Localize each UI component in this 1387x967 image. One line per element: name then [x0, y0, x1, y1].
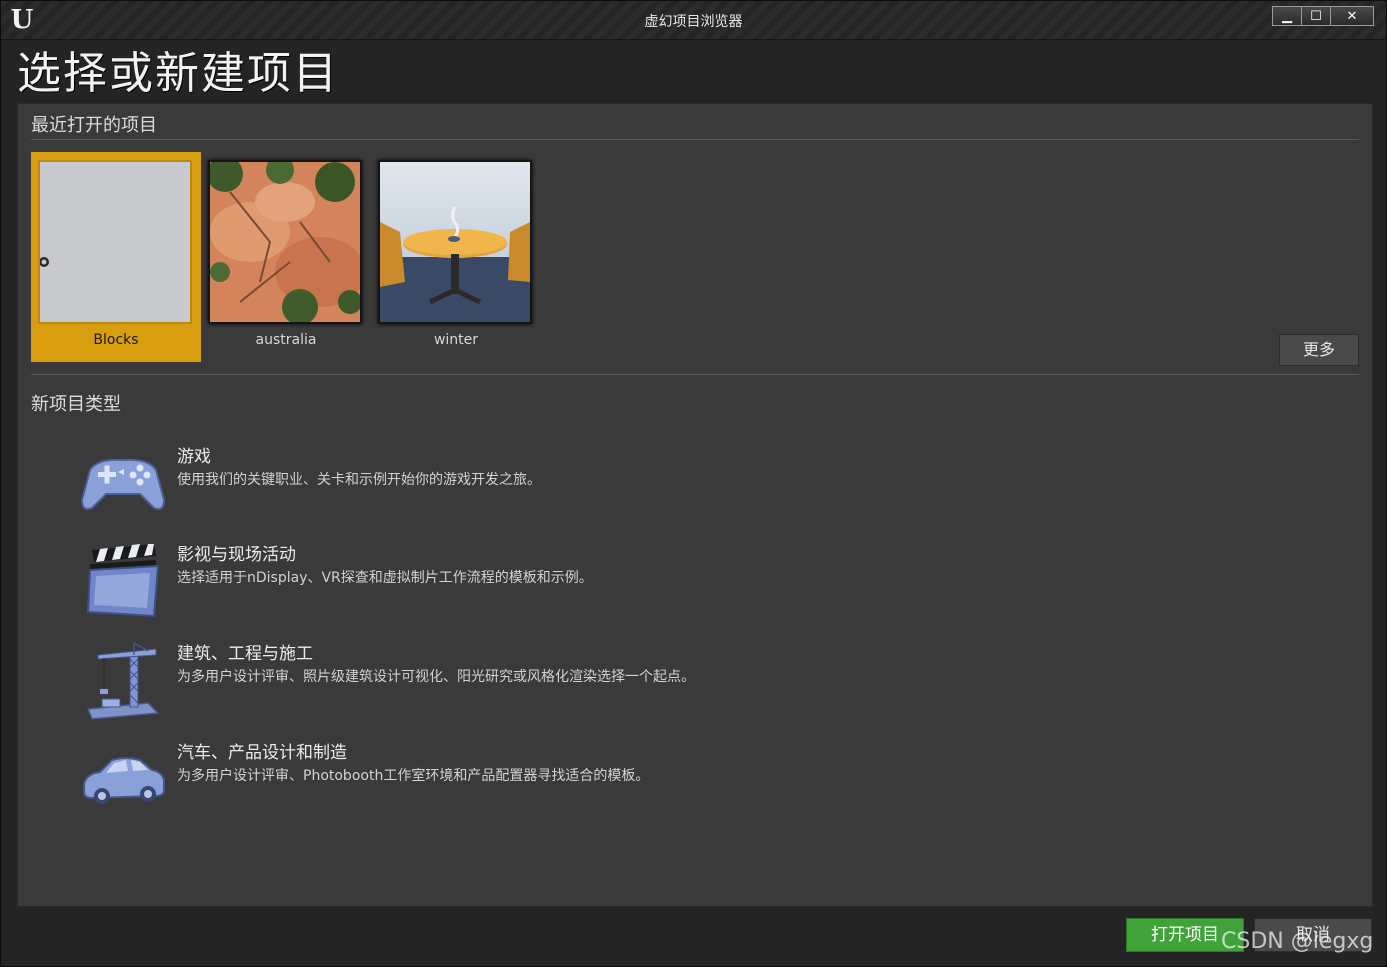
australia-preview-icon [210, 162, 360, 322]
winter-preview-icon [380, 162, 530, 322]
project-type-description: 使用我们的关键职业、关卡和示例开始你的游戏开发之旅。 [177, 472, 541, 488]
watermark-text: CSDN @legxg [1221, 929, 1374, 954]
project-type-name: 建筑、工程与施工 [177, 644, 313, 664]
blocks-preview-icon [40, 162, 190, 322]
project-type-automotive[interactable]: 汽车、产品设计和制造 为多用户设计评审、Photobooth工作室环境和产品配置… [78, 738, 1278, 828]
new-project-divider [31, 374, 1359, 375]
project-thumbnail-australia[interactable]: australia [201, 152, 371, 362]
recent-divider [31, 139, 1359, 140]
project-thumbnail-blocks[interactable]: Blocks [31, 152, 201, 362]
thumbnail-image-australia [208, 160, 362, 324]
main-panel: 最近打开的项目 Blocks australia winter 更多 新项目类型… [17, 103, 1373, 907]
project-type-name: 影视与现场活动 [177, 545, 296, 565]
gamepad-icon [80, 458, 166, 510]
clapperboard-icon [86, 544, 160, 618]
window-title: 虚幻项目浏览器 [644, 14, 743, 30]
minimize-button[interactable]: ▁ [1272, 6, 1302, 26]
project-name-australia: australia [255, 332, 317, 348]
project-type-name: 游戏 [177, 447, 211, 467]
project-type-name: 汽车、产品设计和制造 [177, 743, 347, 763]
new-project-types-title: 新项目类型 [31, 394, 121, 415]
thumbnail-image-winter [378, 160, 532, 324]
project-thumbnail-winter[interactable]: winter [371, 152, 541, 362]
window-controls: ▁ ☐ ✕ [1272, 6, 1374, 26]
maximize-button[interactable]: ☐ [1301, 6, 1331, 26]
more-button[interactable]: 更多 [1279, 334, 1359, 366]
page-title: 选择或新建项目 [17, 48, 339, 99]
project-type-description: 为多用户设计评审、Photobooth工作室环境和产品配置器寻找适合的模板。 [177, 768, 650, 784]
project-type-description: 选择适用于nDisplay、VR探查和虚拟制片工作流程的模板和示例。 [177, 570, 593, 586]
recent-projects-title: 最近打开的项目 [31, 115, 157, 136]
project-browser-window: U 虚幻项目浏览器 ▁ ☐ ✕ 选择或新建项目 最近打开的项目 Blocks a… [0, 0, 1387, 967]
car-icon [83, 757, 165, 804]
project-name-blocks: Blocks [93, 332, 139, 348]
project-type-film[interactable]: 影视与现场活动 选择适用于nDisplay、VR探查和虚拟制片工作流程的模板和示… [78, 540, 1278, 630]
title-bar[interactable]: U 虚幻项目浏览器 ▁ ☐ ✕ [1, 1, 1386, 40]
project-name-winter: winter [433, 332, 479, 348]
project-type-game[interactable]: 游戏 使用我们的关键职业、关卡和示例开始你的游戏开发之旅。 [78, 442, 1278, 532]
thumbnail-image-blocks [38, 160, 192, 324]
close-button[interactable]: ✕ [1330, 6, 1374, 26]
project-type-architecture[interactable]: 建筑、工程与施工 为多用户设计评审、照片级建筑设计可视化、阳光研究或风格化渲染选… [78, 639, 1278, 729]
crane-icon [86, 641, 160, 720]
project-type-description: 为多用户设计评审、照片级建筑设计可视化、阳光研究或风格化渲染选择一个起点。 [177, 669, 695, 685]
